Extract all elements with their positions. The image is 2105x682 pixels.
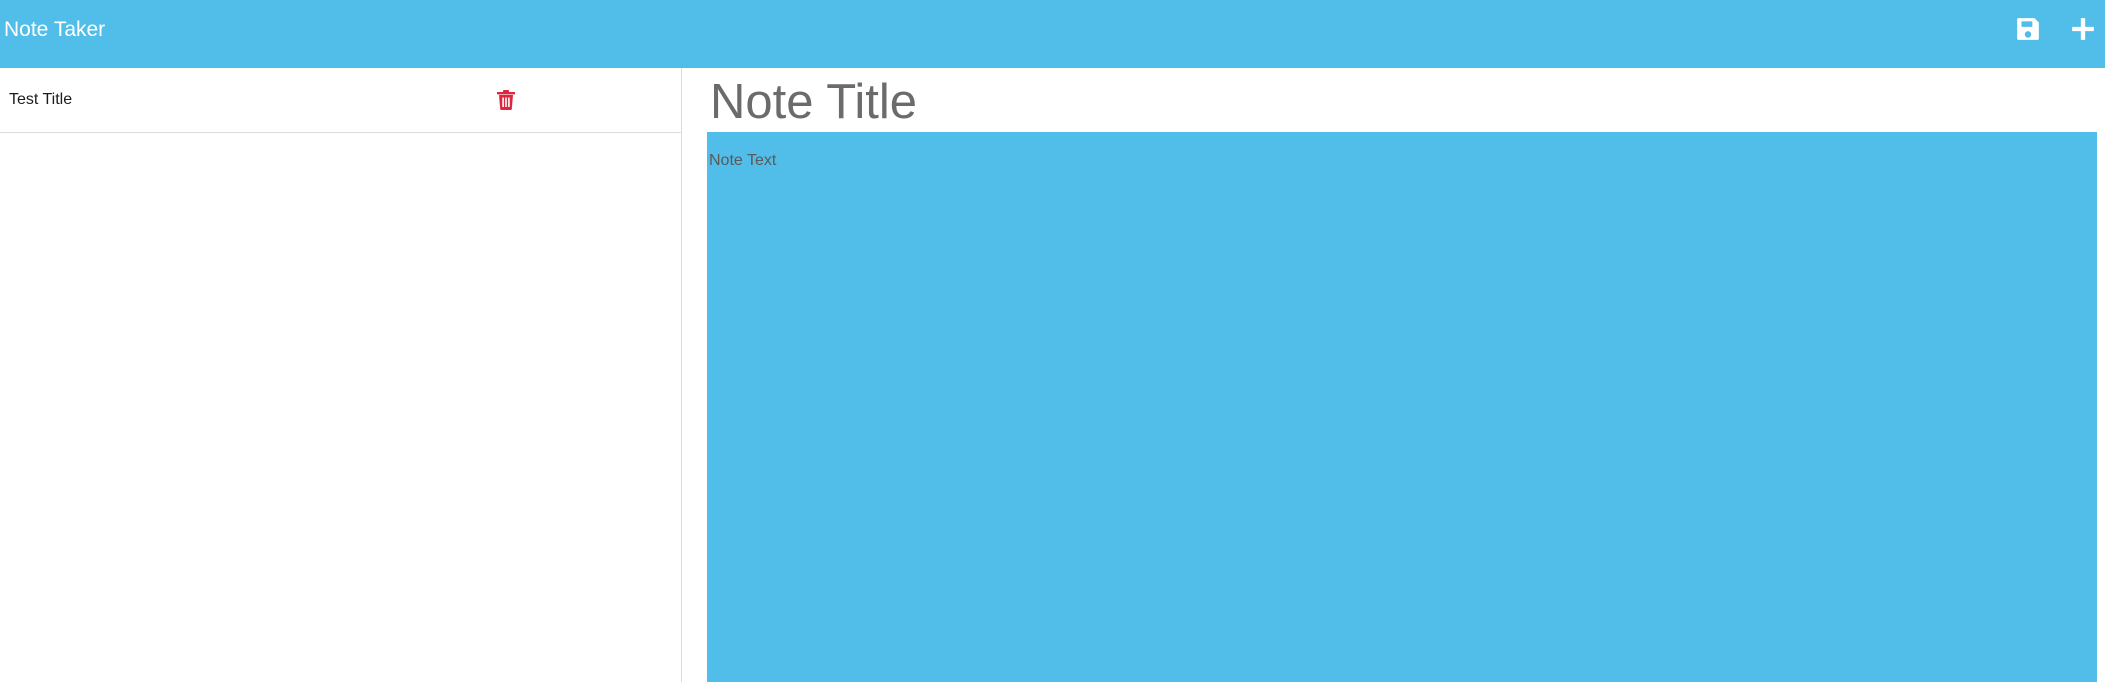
note-list-item[interactable]: Test Title <box>0 68 681 133</box>
brand-link[interactable]: Note Taker <box>4 17 105 43</box>
navbar: Note Taker <box>0 0 2105 68</box>
save-note-button[interactable] <box>2015 16 2041 42</box>
note-list-sidebar: Test Title <box>0 68 682 682</box>
new-note-button[interactable] <box>2070 16 2096 42</box>
floppy-disk-icon <box>2017 18 2039 40</box>
trash-icon[interactable] <box>497 90 515 110</box>
trash-icon-graphic <box>497 90 515 110</box>
plus-icon <box>2072 18 2094 40</box>
note-item-title[interactable]: Test Title <box>9 90 72 110</box>
note-editor <box>683 68 2105 682</box>
note-title-input[interactable] <box>707 74 2077 130</box>
note-list: Test Title <box>0 68 681 133</box>
note-text-area[interactable] <box>707 132 2097 682</box>
